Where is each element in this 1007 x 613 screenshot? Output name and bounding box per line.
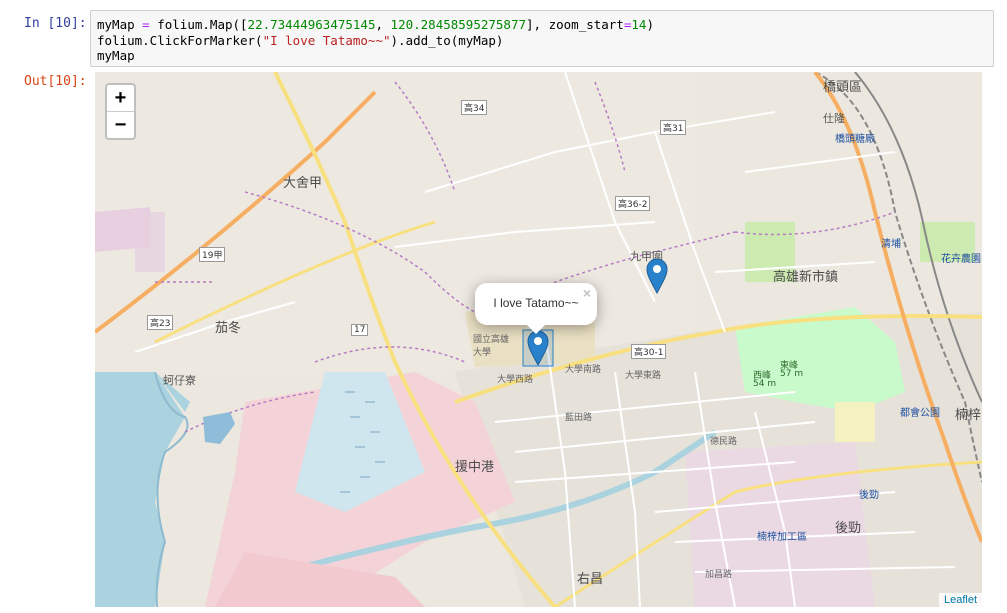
- map-label-kao23: 高23: [147, 315, 174, 330]
- map-label-qiaodong: 茄冬: [215, 321, 242, 336]
- code-line-1: myMap = folium.Map([22.73444963475145, 1…: [97, 17, 654, 32]
- map-label-nanzi-epz: 楠梓加工區: [757, 532, 807, 543]
- map-label-qiaotou: 橋頭區: [823, 80, 863, 95]
- map-marker-icon-2[interactable]: [646, 258, 668, 294]
- map-label-kao34: 高34: [461, 100, 488, 115]
- popup-close-button[interactable]: ×: [583, 285, 591, 301]
- map-label-peak-1-height: 57 m: [780, 369, 804, 379]
- popup-text: I love Tatamo~~: [493, 296, 579, 310]
- input-prompt: In [10]:: [24, 16, 87, 31]
- map-label-qingpu: 清埔: [881, 239, 901, 250]
- map-label-yuanzhong: 援中港: [455, 460, 495, 475]
- map-label-kao31: 高31: [660, 120, 687, 135]
- map-label-kezaiyao: 蚵仔寮: [163, 374, 196, 387]
- output-prompt: Out[10]:: [24, 74, 87, 89]
- map-label-dasheji: 大舍甲: [283, 176, 323, 191]
- map-label-kaohsiung-new-town: 高雄新市鎮: [773, 270, 839, 285]
- map-label-daxue-e: 大學東路: [625, 371, 662, 381]
- code-line-3: myMap: [97, 48, 135, 63]
- leaflet-attribution-link[interactable]: Leaflet: [938, 593, 982, 607]
- map-label-peak-2-height: 54 m: [753, 379, 777, 389]
- map-label-houjin-2: 後勁: [835, 521, 862, 536]
- map-label-huadan: 花卉農園中心: [941, 254, 982, 265]
- code-cell-input[interactable]: myMap = folium.Map([22.73444963475145, 1…: [90, 10, 994, 67]
- map-marker-icon[interactable]: [527, 330, 549, 366]
- map-label-metro-park: 都會公園: [900, 408, 940, 419]
- popup-tip: [526, 324, 546, 334]
- zoom-control: + −: [105, 83, 136, 140]
- map-label-nuk: 國立高雄大學: [473, 335, 510, 358]
- map-label-renlong: 仕隆: [823, 112, 845, 125]
- map-label-lanchang: 藍田路: [565, 413, 593, 423]
- zoom-out-button[interactable]: −: [107, 112, 134, 138]
- map-label-youchang: 右昌: [577, 572, 604, 587]
- marker-popup: I love Tatamo~~ ×: [475, 283, 597, 334]
- map-label-daxue-s: 大學南路: [565, 365, 602, 375]
- map-label-qiaotou-sugar: 橋頭糖廠: [835, 134, 875, 145]
- map-label-r17: 17: [351, 324, 369, 336]
- map-label-19jia: 19甲: [199, 247, 226, 262]
- code-editor[interactable]: myMap = folium.Map([22.73444963475145, 1…: [97, 17, 654, 64]
- map-label-jiachang: 加昌路: [705, 570, 733, 580]
- leaflet-map[interactable]: 橋頭區 仕隆 橋頭糖廠 高34 高31 大舍甲 高36-2 九甲圍 19甲 高雄…: [95, 72, 982, 607]
- map-label-kao30-1: 高30-1: [631, 344, 667, 359]
- map-label-deminlu: 德民路: [710, 437, 738, 447]
- zoom-in-button[interactable]: +: [107, 85, 134, 112]
- map-label-houjin: 後勁: [859, 490, 879, 501]
- map-label-nanzi: 楠梓: [955, 408, 982, 423]
- map-label-daxue-w: 大學西路: [497, 375, 534, 385]
- code-line-2: folium.ClickForMarker("I love Tatamo~~")…: [97, 32, 504, 48]
- map-label-kao36-2: 高36-2: [615, 196, 651, 211]
